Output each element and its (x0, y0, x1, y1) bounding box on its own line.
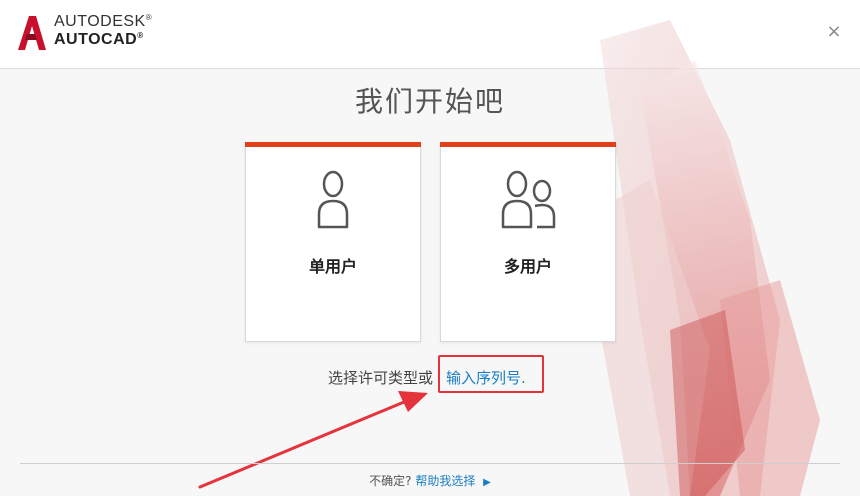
brand-name: AUTODESK® AUTOCAD® (54, 13, 153, 48)
card-label: 单用户 (308, 257, 357, 276)
card-label: 多用户 (503, 257, 552, 276)
footer-divider (20, 463, 840, 464)
arrow-right-icon: ▶ (483, 477, 491, 488)
multi-user-card[interactable]: 多用户 (440, 142, 616, 342)
enter-serial-link[interactable]: 输入序列号. (446, 367, 526, 388)
license-prompt-text: 选择许可类型或 (328, 369, 434, 387)
footer-question: 不确定? (369, 474, 412, 488)
footer: 不确定? 帮助我选择 ▶ (0, 472, 860, 489)
single-user-card[interactable]: 单用户 (245, 142, 421, 342)
single-user-icon (317, 170, 349, 229)
autocad-logo-icon (18, 16, 46, 50)
card-accent-bar (245, 142, 421, 147)
multi-user-icon (501, 170, 556, 229)
page-title: 我们开始吧 (354, 85, 505, 118)
card-accent-bar (440, 142, 616, 147)
help-me-choose-link[interactable]: 帮助我选择 (415, 474, 475, 488)
